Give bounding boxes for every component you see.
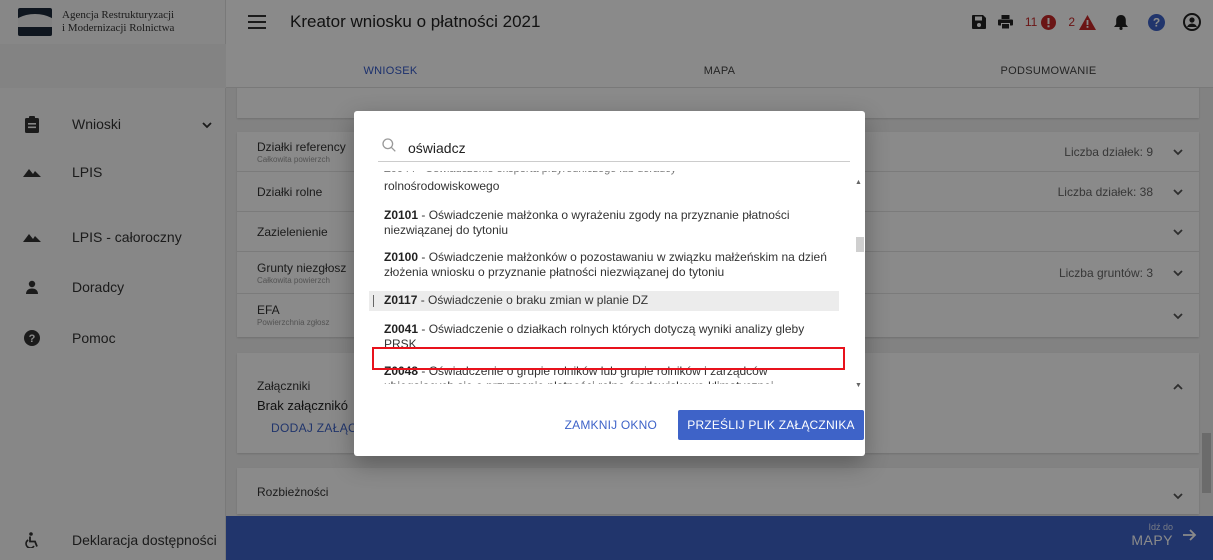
option-text: - Oświadczenie o grupie rolników lub gru…	[384, 364, 774, 384]
option-code: Z0101	[384, 208, 419, 222]
list-item[interactable]: Z0041 - Oświadczenie o działkach rolnych…	[369, 322, 839, 352]
list-item-selected[interactable]: Z0117 - Oświadczenie o braku zmian w pla…	[369, 291, 839, 311]
option-text: - Oświadczenie o braku zmian w planie DZ	[417, 293, 649, 307]
scroll-up-icon[interactable]: ▲	[855, 179, 862, 186]
search-field[interactable]	[378, 134, 850, 162]
option-text: - Oświadczenie małżonków o pozostawaniu …	[384, 250, 827, 279]
upload-attachment-button[interactable]: PRZEŚLIJ PLIK ZAŁĄCZNIKA	[678, 410, 864, 440]
search-icon	[382, 138, 396, 157]
option-text: rolnośrodowiskowego	[384, 179, 500, 193]
options-scrollbar[interactable]: ▲ ▼	[854, 179, 864, 389]
option-code: Z0041	[384, 322, 419, 336]
close-modal-button[interactable]: ZAMKNIJ OKNO	[565, 410, 657, 440]
list-item[interactable]: Z0048 - Oświadczenie o grupie rolników l…	[369, 364, 839, 384]
search-input[interactable]	[408, 139, 808, 156]
option-text: - Oświadczenie małżonka o wyrażeniu zgod…	[384, 208, 790, 237]
list-item[interactable]: rolnośrodowiskowego	[369, 179, 839, 194]
scrollbar-thumb[interactable]	[856, 237, 864, 252]
list-item[interactable]: Z0101 - Oświadczenie małżonka o wyrażeni…	[369, 208, 839, 238]
attachment-modal: Z0044 - Oświadczenie eksperta przyrodnic…	[354, 111, 865, 456]
scroll-down-icon[interactable]: ▼	[855, 382, 862, 389]
option-code: Z0100	[384, 250, 419, 264]
option-code: Z0048	[384, 364, 419, 378]
modal-footer: ZAMKNIJ OKNO PRZEŚLIJ PLIK ZAŁĄCZNIKA	[354, 396, 865, 456]
options-list[interactable]: Z0044 - Oświadczenie eksperta przyrodnic…	[369, 171, 849, 384]
option-code: Z0117	[384, 293, 418, 307]
option-text: - Oświadczenie o działkach rolnych który…	[384, 322, 805, 351]
list-item[interactable]: Z0100 - Oświadczenie małżonków o pozosta…	[369, 250, 839, 280]
